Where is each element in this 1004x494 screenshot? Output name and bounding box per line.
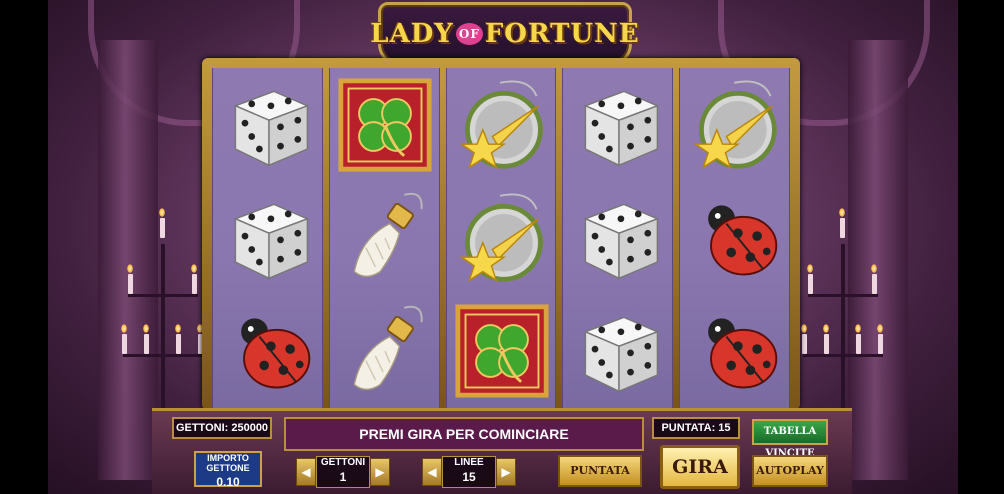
coins-balance: GETTONI: 250000 [172, 417, 272, 439]
game-logo: LADY OF FORTUNE [370, 2, 639, 66]
reel-4 [562, 68, 674, 408]
game-screen: LADY OF FORTUNE GETTONI: 250000 PREMI GI… [0, 0, 1004, 494]
coins-label: GETTONI [320, 457, 366, 468]
ladybug-icon [680, 294, 791, 407]
reels-area [212, 68, 790, 408]
clover-icon [447, 294, 558, 407]
coin-value: 0.10 [216, 475, 240, 489]
dice-icon [563, 68, 674, 181]
rabbit-foot-icon [330, 181, 441, 294]
autoplay-button[interactable]: AUTOPLAY [752, 455, 828, 487]
rabbit-foot-icon [330, 294, 441, 407]
logo-word-fortune: FORTUNE [484, 19, 640, 49]
coins-display: GETTONI 1 [316, 456, 370, 488]
lines-value: 15 [462, 470, 476, 484]
max-bet-button[interactable]: PUNTATA MAX [558, 455, 642, 494]
reel-1 [212, 68, 323, 408]
reel-2 [328, 68, 441, 408]
spin-button[interactable]: GIRA [660, 445, 740, 489]
logo-word-lady: LADY [370, 19, 454, 49]
shooting-star-charm-icon [447, 68, 558, 181]
lines-increase-icon[interactable]: ▶ [496, 458, 516, 486]
coin-value-selector[interactable]: IMPORTO GETTONE 0.10 [194, 451, 262, 489]
ladybug-icon [680, 181, 791, 294]
bet-total: PUNTATA: 15 [652, 417, 740, 439]
paytable-button[interactable]: TABELLA VINCITE [752, 419, 828, 459]
letterbox-left [0, 0, 48, 494]
reel-5 [679, 68, 790, 408]
shooting-star-charm-icon [447, 181, 558, 294]
logo-word-of: OF [455, 23, 483, 45]
coins-value: 1 [339, 470, 347, 484]
candelabra-right [798, 204, 888, 434]
lines-label: LINEE [454, 457, 484, 468]
lines-stepper: ◀ LINEE 15 ▶ [422, 455, 516, 489]
shooting-star-charm-icon [680, 68, 791, 181]
coins-decrease-icon[interactable]: ◀ [296, 458, 316, 486]
reel-3 [445, 68, 558, 408]
letterbox-right [958, 0, 1004, 494]
lines-decrease-icon[interactable]: ◀ [422, 458, 442, 486]
dice-icon [563, 294, 674, 407]
control-panel: GETTONI: 250000 PREMI GIRA PER COMINCIAR… [152, 408, 852, 494]
status-message: PREMI GIRA PER COMINCIARE [284, 417, 644, 451]
coins-increase-icon[interactable]: ▶ [370, 458, 390, 486]
candelabra-left [118, 204, 208, 434]
dice-icon [213, 181, 324, 294]
ladybug-icon [213, 294, 324, 407]
dice-icon [563, 181, 674, 294]
lines-display: LINEE 15 [442, 456, 496, 488]
clover-icon [330, 68, 441, 181]
dice-icon [213, 68, 324, 181]
coins-stepper: ◀ GETTONI 1 ▶ [296, 455, 390, 489]
coin-value-label: IMPORTO GETTONE [206, 453, 250, 473]
